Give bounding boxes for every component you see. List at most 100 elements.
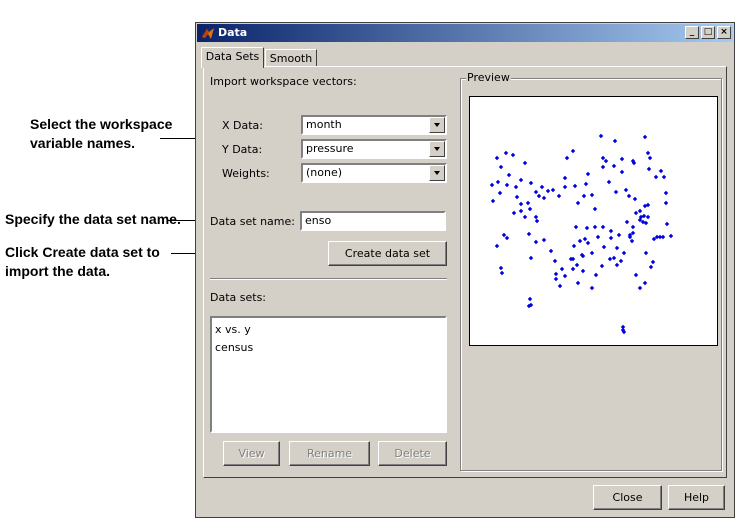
scatter-point	[592, 224, 598, 230]
scatter-point	[572, 183, 578, 189]
chevron-down-icon[interactable]	[429, 117, 445, 133]
chevron-down-icon[interactable]	[429, 165, 445, 181]
scatter-point	[598, 133, 604, 139]
scatter-point	[629, 238, 635, 244]
scatter-point	[573, 224, 579, 230]
chevron-down-icon[interactable]	[429, 141, 445, 157]
annotation-click-suffix: to	[142, 244, 160, 260]
x-data-value: month	[306, 118, 342, 131]
scatter-point	[503, 150, 509, 156]
scatter-point	[608, 235, 614, 241]
data-sets-heading: Data sets:	[210, 291, 267, 304]
scatter-point	[642, 280, 648, 286]
scatter-point	[571, 243, 577, 249]
scatter-point	[585, 240, 591, 246]
tab-data-sets[interactable]: Data Sets	[201, 47, 264, 68]
scatter-point	[601, 244, 607, 250]
scatter-point	[653, 174, 659, 180]
scatter-point	[513, 184, 519, 190]
data-set-name-input[interactable]: enso	[300, 211, 446, 231]
window-title: Data	[218, 26, 248, 39]
scatter-point	[580, 268, 586, 274]
annotation-click-prefix: Click	[5, 244, 43, 260]
scatter-point	[582, 236, 588, 242]
data-window: Data _ □ × Data Sets Smooth Import works…	[195, 22, 735, 518]
scatter-point	[637, 208, 643, 214]
close-button[interactable]: Close	[593, 485, 662, 510]
y-data-select[interactable]: pressure	[301, 139, 447, 159]
scatter-point	[664, 221, 670, 227]
scatter-point	[548, 248, 554, 254]
scatter-point	[575, 280, 581, 286]
scatter-point	[650, 259, 656, 265]
scatter-point	[518, 177, 524, 183]
scatter-point	[522, 160, 528, 166]
scatter-point	[668, 233, 674, 239]
scatter-point	[514, 194, 520, 200]
annotation-specify-name: Specify the data set name.	[5, 211, 181, 227]
scatter-point	[526, 231, 532, 237]
scatter-point	[498, 164, 504, 170]
tab-data-sets-label: Data Sets	[205, 50, 260, 63]
scatter-point	[528, 180, 534, 186]
scatter-point	[633, 210, 639, 216]
scatter-point	[581, 193, 587, 199]
x-data-label: X Data:	[222, 119, 264, 132]
preview-label: Preview	[466, 71, 511, 84]
view-button[interactable]: View	[223, 441, 280, 466]
scatter-point	[600, 164, 606, 170]
scatter-point	[557, 283, 563, 289]
scatter-point	[632, 196, 638, 202]
scatter-point	[589, 250, 595, 256]
section-divider	[210, 278, 447, 280]
scatter-point	[527, 296, 533, 302]
maximize-icon[interactable]: □	[701, 26, 715, 39]
scatter-point	[648, 264, 654, 270]
rename-button[interactable]: Rename	[289, 441, 370, 466]
annotation-click-line2: import the data.	[5, 263, 111, 279]
scatter-point	[592, 206, 598, 212]
close-icon[interactable]: ×	[717, 26, 731, 39]
y-data-label: Y Data:	[222, 143, 263, 156]
scatter-point	[494, 243, 500, 249]
weights-select[interactable]: (none)	[301, 163, 447, 183]
scatter-point	[614, 245, 620, 251]
scatter-point	[539, 184, 545, 190]
title-bar[interactable]: Data _ □ ×	[197, 24, 733, 42]
delete-button[interactable]: Delete	[378, 441, 447, 466]
tab-smooth[interactable]: Smooth	[265, 49, 317, 67]
help-button[interactable]: Help	[668, 485, 725, 510]
tab-smooth-label: Smooth	[269, 52, 313, 65]
list-item[interactable]: x vs. y	[212, 321, 445, 339]
scatter-point	[518, 201, 524, 207]
scatter-point	[527, 206, 533, 212]
data-sets-list[interactable]: x vs. y census	[210, 316, 447, 433]
scatter-point	[661, 174, 667, 180]
scatter-point	[570, 266, 576, 272]
scatter-point	[490, 198, 496, 204]
scatter-point	[616, 232, 622, 238]
scatter-point	[637, 285, 643, 291]
scatter-point	[623, 187, 629, 193]
scatter-point	[534, 218, 540, 224]
scatter-point	[584, 225, 590, 231]
scatter-point	[585, 171, 591, 177]
scatter-point	[506, 172, 512, 178]
scatter-point	[599, 263, 605, 269]
x-data-select[interactable]: month	[301, 115, 447, 135]
scatter-point	[608, 228, 614, 234]
scatter-point	[556, 193, 562, 199]
list-item[interactable]: census	[212, 339, 445, 357]
scatter-point	[589, 285, 595, 291]
scatter-point	[528, 255, 534, 261]
scatter-point	[583, 181, 589, 187]
scatter-point	[564, 155, 570, 161]
scatter-point	[633, 272, 639, 278]
create-data-set-button[interactable]: Create data set	[328, 241, 447, 266]
scatter-point	[559, 266, 565, 272]
scatter-point	[533, 214, 539, 220]
scatter-point	[533, 189, 539, 195]
minimize-icon[interactable]: _	[685, 26, 699, 39]
scatter-point	[574, 262, 580, 268]
scatter-point	[607, 256, 613, 262]
